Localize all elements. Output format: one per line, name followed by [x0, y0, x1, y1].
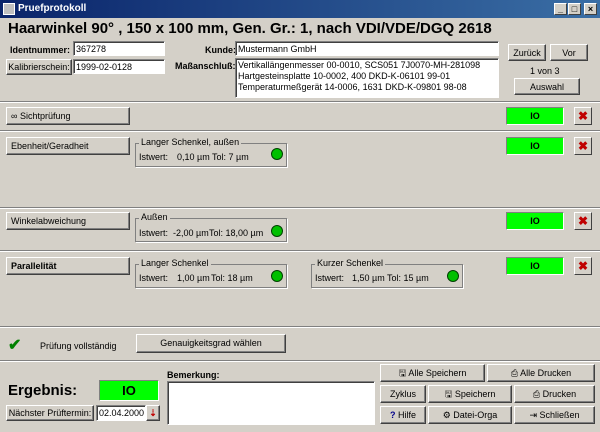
save-icon: 🖫	[444, 389, 455, 399]
glasses-icon: ∞	[11, 111, 18, 121]
bemerkung-textarea[interactable]	[167, 381, 375, 425]
group-title: Langer Schenkel, außen	[139, 137, 242, 147]
kunde-label: Kunde:	[205, 45, 236, 55]
file-org-icon: ⚙	[442, 410, 454, 420]
parallelitaet-button[interactable]: Parallelität	[6, 257, 130, 275]
close-button[interactable]: ⇥ Schließen	[514, 406, 595, 424]
tolerance-value: Tol: 7 µm	[212, 152, 249, 162]
ebenheit-button[interactable]: Ebenheit/Geradheit	[6, 137, 130, 155]
save-button[interactable]: 🖫 Speichern	[428, 385, 512, 403]
exit-icon: ⇥	[529, 410, 540, 420]
record-counter: 1 von 3	[530, 66, 560, 76]
delete-icon[interactable]: ✖	[574, 212, 592, 230]
back-button[interactable]: Zurück	[508, 44, 546, 61]
tolerance-value: Tol: 15 µm	[387, 273, 429, 283]
divider	[0, 207, 600, 209]
next-test-button[interactable]: Nächster Prüftermin:	[6, 405, 94, 421]
istwert-value: -2,00 µm	[173, 228, 209, 238]
istwert-value: 0,10 µm	[177, 152, 210, 162]
page-title: Haarwinkel 90° , 150 x 100 mm, Gen. Gr.:…	[8, 20, 492, 37]
window-title: Pruefprotokoll	[18, 3, 87, 14]
printer-icon: ⎙	[510, 368, 521, 378]
calibration-button[interactable]: Kalibrierschein:	[6, 59, 72, 75]
save-label: Speichern	[454, 389, 496, 399]
app-icon	[3, 3, 15, 15]
status-badge: IO	[506, 107, 564, 125]
minimize-icon[interactable]: _	[554, 3, 567, 15]
group-title: Kurzer Schenkel	[315, 258, 386, 268]
close-label: Schließen	[539, 410, 580, 420]
bemerkung-label: Bemerkung:	[167, 370, 220, 380]
divider	[0, 250, 600, 252]
file-org-label: Datei-Orga	[453, 410, 498, 420]
istwert-label: Istwert:	[139, 228, 169, 238]
istwert-label: Istwert:	[139, 273, 169, 283]
print-label: Drucken	[542, 389, 577, 399]
masseinschluss-line: Vertikallängenmesser 00-0010, SCS051 7J0…	[238, 60, 481, 70]
delete-icon[interactable]: ✖	[574, 257, 592, 275]
status-led	[447, 270, 459, 282]
masseinschluss-line: Temperaturmeßgerät 14-0006, 1631 DKD-K-0…	[238, 82, 467, 92]
status-led	[271, 225, 283, 237]
zyklus-button[interactable]: Zyklus	[380, 385, 426, 403]
complete-status: Prüfung vollständig	[40, 341, 117, 351]
masseinschluss-line: Hartgesteinsplatte 10-0002, 400 DKD-K-06…	[238, 71, 451, 81]
masseinschluss-label: Maßanschluß:	[175, 61, 236, 71]
print-all-button[interactable]: ⎙ Alle Drucken	[487, 364, 595, 382]
group-title: Außen	[139, 212, 170, 222]
sichtpruefung-button[interactable]: ∞ Sichtprüfung	[6, 107, 130, 125]
delete-icon[interactable]: ✖	[574, 107, 592, 125]
ident-field[interactable]: 367278	[73, 41, 165, 56]
divider	[0, 101, 600, 103]
calendar-icon[interactable]: ⇣	[146, 405, 160, 421]
istwert-value: 1,50 µm	[352, 273, 385, 283]
istwert-label: Istwert:	[139, 152, 169, 162]
ergebnis-label: Ergebnis:	[8, 382, 78, 399]
title-bar: Pruefprotokoll _ □ ×	[0, 0, 600, 18]
delete-icon[interactable]: ✖	[574, 137, 592, 155]
print-all-label: Alle Drucken	[520, 368, 572, 378]
status-badge: IO	[506, 137, 564, 155]
next-test-date[interactable]: 02.04.2000	[96, 405, 146, 421]
checkmark-icon: ✔	[8, 337, 22, 354]
winkel-button[interactable]: Winkelabweichung	[6, 212, 130, 230]
save-all-label: Alle Speichern	[408, 368, 467, 378]
help-label: Hilfe	[397, 410, 416, 420]
sichtpruefung-label: Sichtprüfung	[19, 111, 71, 121]
accuracy-button[interactable]: Genauigkeitsgrad wählen	[136, 334, 286, 353]
istwert-label: Istwert:	[315, 273, 345, 283]
save-all-icon: 🖫	[398, 368, 409, 378]
status-led	[271, 270, 283, 282]
istwert-value: 1,00 µm	[177, 273, 210, 283]
ergebnis-badge: IO	[99, 380, 159, 401]
status-badge: IO	[506, 257, 564, 275]
close-icon[interactable]: ×	[584, 3, 597, 15]
group-title: Langer Schenkel	[139, 258, 211, 268]
select-button[interactable]: Auswahl	[514, 78, 580, 95]
print-button[interactable]: ⎙ Drucken	[514, 385, 595, 403]
status-led	[271, 148, 283, 160]
help-icon: ?	[389, 410, 398, 420]
divider	[0, 326, 600, 328]
next-button[interactable]: Vor	[550, 44, 588, 61]
divider	[0, 130, 600, 132]
help-button[interactable]: ? Hilfe	[380, 406, 426, 424]
file-org-button[interactable]: ⚙ Datei-Orga	[428, 406, 512, 424]
calibration-field[interactable]: 1999-02-0128	[73, 59, 165, 74]
tolerance-value: Tol: 18 µm	[211, 273, 253, 283]
tolerance-value: Tol: 18,00 µm	[209, 228, 264, 238]
ident-label: Identnummer:	[10, 45, 71, 55]
save-all-button[interactable]: 🖫 Alle Speichern	[380, 364, 485, 382]
status-badge: IO	[506, 212, 564, 230]
kunde-field[interactable]: Mustermann GmbH	[235, 41, 499, 56]
divider	[0, 360, 600, 362]
printer-icon: ⎙	[532, 389, 543, 399]
maximize-icon[interactable]: □	[568, 3, 581, 15]
masseinschluss-field[interactable]: Vertikallängenmesser 00-0010, SCS051 7J0…	[235, 58, 499, 98]
